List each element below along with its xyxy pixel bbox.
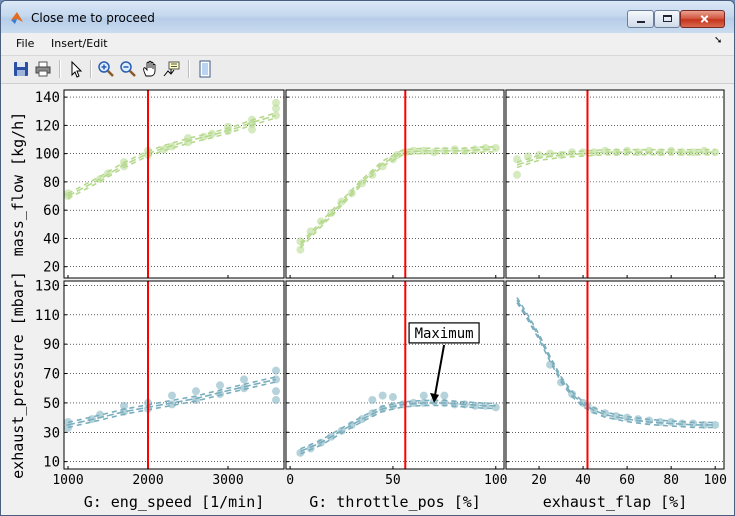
- y-tick-label: 60: [43, 203, 60, 219]
- data-point: [430, 148, 439, 157]
- x-axis-label: exhaust_flap [%]: [543, 493, 688, 511]
- data-point: [440, 391, 449, 400]
- plot-area: [506, 90, 724, 278]
- y-tick-label: 100: [35, 147, 60, 163]
- y-axis-label: mass_flow [kg/h]: [9, 112, 27, 257]
- data-point: [388, 393, 397, 402]
- x-tick-label: 100: [703, 473, 726, 488]
- x-tick-label: 1000: [52, 473, 83, 488]
- data-point: [272, 98, 280, 107]
- data-point: [248, 125, 256, 134]
- y-tick-label: 30: [43, 425, 60, 441]
- x-tick-label: 80: [663, 473, 679, 488]
- plot-area: [506, 281, 724, 469]
- data-point: [272, 395, 280, 404]
- menu-file[interactable]: File: [16, 37, 34, 50]
- x-tick-label: 50: [385, 473, 401, 488]
- title-bar[interactable]: Close me to proceed: [1, 1, 734, 33]
- y-tick-label: 80: [43, 175, 60, 191]
- x-tick-label: 20: [531, 473, 547, 488]
- plot-tools-icon[interactable]: [195, 59, 215, 79]
- data-cursor-icon[interactable]: [162, 59, 182, 79]
- annotation-label: Maximum: [415, 326, 474, 342]
- minimize-button[interactable]: [627, 10, 654, 28]
- data-point: [240, 375, 248, 384]
- data-point: [491, 143, 500, 152]
- data-point: [481, 143, 490, 152]
- figure-canvas: 20 40 60 80 100 120 140 mass_flow [kg/h] 10 30 50 7…: [1, 84, 734, 515]
- data-point: [579, 148, 588, 157]
- print-icon[interactable]: [33, 59, 53, 79]
- y-tick-label: 20: [43, 260, 60, 276]
- matlab-icon: [11, 12, 23, 24]
- save-icon[interactable]: [11, 59, 31, 79]
- select-arrow-icon[interactable]: [66, 59, 86, 79]
- x-tick-label: 2000: [132, 473, 163, 488]
- figure-toolbar: [1, 56, 734, 84]
- data-point: [272, 366, 280, 375]
- menu-insert-edit[interactable]: Insert/Edit: [51, 37, 108, 50]
- x-tick-label: 3000: [212, 473, 243, 488]
- figure-window: Close me to proceed File Insert/Edit ➘ 2…: [0, 0, 735, 516]
- plot-area: [286, 90, 504, 278]
- maximize-button[interactable]: [654, 10, 680, 28]
- chart-panel-bottom-middle: 0 50 100G: throttle_pos [%] Maximum: [285, 280, 508, 511]
- data-point: [192, 387, 200, 396]
- pan-hand-icon[interactable]: [140, 59, 160, 79]
- data-point: [168, 391, 176, 400]
- y-tick-label: 90: [43, 337, 60, 353]
- y-axis-label: exhaust_pressure [mbar]: [9, 271, 27, 479]
- x-tick-label: 0: [286, 473, 294, 488]
- data-point: [419, 391, 428, 400]
- data-point: [491, 403, 500, 412]
- scatter-matrix: 20 40 60 80 100 120 140 mass_flow [kg/h] 10 30 50 7…: [9, 89, 727, 511]
- window-title: Close me to proceed: [31, 11, 155, 25]
- x-tick-label: 40: [575, 473, 591, 488]
- x-axis-label: G: throttle_pos [%]: [309, 493, 481, 511]
- data-point: [601, 146, 610, 155]
- x-tick-label: 100: [484, 473, 507, 488]
- zoom-in-icon[interactable]: [96, 59, 116, 79]
- data-point: [378, 391, 387, 400]
- data-point: [700, 146, 709, 155]
- data-point: [216, 381, 224, 390]
- chart-panel-top-middle: [285, 89, 505, 279]
- menu-bar: File Insert/Edit ➘: [1, 33, 734, 56]
- chart-panel-bottom-left: 10 30 50 70 90 110 130 1000 2000 3000 G: eng_speed…: [9, 271, 285, 511]
- y-tick-label: 40: [43, 231, 60, 247]
- x-axis-label: G: eng_speed [1/min]: [84, 493, 265, 511]
- data-point: [368, 395, 377, 404]
- dock-arrow-icon[interactable]: ➘: [714, 35, 722, 46]
- y-tick-label: 110: [35, 308, 60, 324]
- zoom-out-icon[interactable]: [118, 59, 138, 79]
- data-point: [513, 170, 522, 179]
- y-tick-label: 140: [35, 90, 60, 106]
- y-tick-label: 50: [43, 396, 60, 412]
- y-tick-label: 120: [35, 118, 60, 134]
- data-point: [623, 146, 632, 155]
- y-tick-label: 10: [43, 455, 60, 471]
- data-point: [450, 145, 459, 154]
- chart-panel-top-left: 20 40 60 80 100 120 140 mass_flow [kg/h]: [9, 89, 285, 279]
- data-point: [667, 418, 676, 426]
- y-tick-label: 70: [43, 367, 60, 383]
- data-point: [634, 415, 643, 424]
- close-button[interactable]: [680, 10, 725, 28]
- chart-panel-bottom-right: 20 40 60 80 100 exhaust_flap [%]: [505, 280, 727, 511]
- y-tick-label: 130: [35, 278, 60, 294]
- data-point: [645, 146, 654, 155]
- plot-area: [64, 281, 284, 469]
- x-tick-label: 60: [619, 473, 635, 488]
- data-point: [667, 146, 676, 155]
- data-point: [689, 419, 698, 428]
- chart-panel-top-right: [505, 89, 725, 279]
- data-point: [272, 387, 280, 396]
